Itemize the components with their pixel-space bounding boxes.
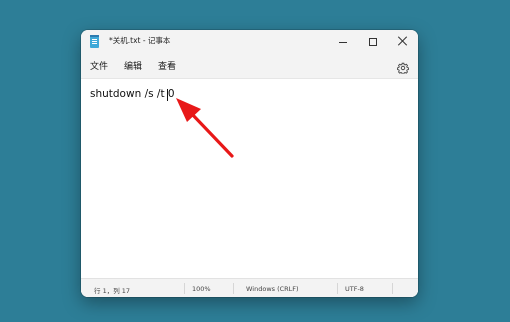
window-title: *关机.txt - 记事本 — [109, 36, 171, 45]
close-button[interactable] — [388, 30, 418, 54]
maximize-button[interactable] — [358, 30, 388, 54]
status-divider — [392, 283, 393, 294]
gear-icon — [397, 62, 409, 75]
minimize-icon — [339, 42, 347, 43]
close-icon — [398, 36, 408, 46]
text-editor[interactable]: shutdown /s /t 0 — [81, 78, 418, 297]
editor-content[interactable]: shutdown /s /t 0 — [90, 88, 175, 100]
menu-edit[interactable]: 编辑 — [124, 59, 142, 72]
notepad-app-icon — [90, 35, 99, 48]
status-line-ending: Windows (CRLF) — [246, 285, 299, 293]
status-divider — [184, 283, 185, 294]
status-cursor-position: 行 1，列 17 — [94, 287, 131, 295]
maximize-icon — [369, 38, 377, 46]
menu-view[interactable]: 查看 — [158, 59, 176, 72]
minimize-button[interactable] — [328, 30, 358, 54]
status-bar: 行 1，列 17 100% Windows (CRLF) UTF-8 — [81, 278, 418, 297]
status-zoom: 100% — [192, 285, 211, 293]
status-encoding: UTF-8 — [345, 285, 364, 293]
title-bar[interactable]: *关机.txt - 记事本 — [81, 30, 418, 54]
menu-file[interactable]: 文件 — [90, 59, 108, 72]
status-divider — [233, 283, 234, 294]
menu-bar: 文件 编辑 查看 — [81, 54, 418, 78]
status-divider — [337, 283, 338, 294]
settings-button[interactable] — [397, 59, 409, 75]
notepad-window: *关机.txt - 记事本 文件 编辑 查看 shutdown /s /t 0 … — [81, 30, 418, 297]
text-cursor — [167, 89, 168, 101]
